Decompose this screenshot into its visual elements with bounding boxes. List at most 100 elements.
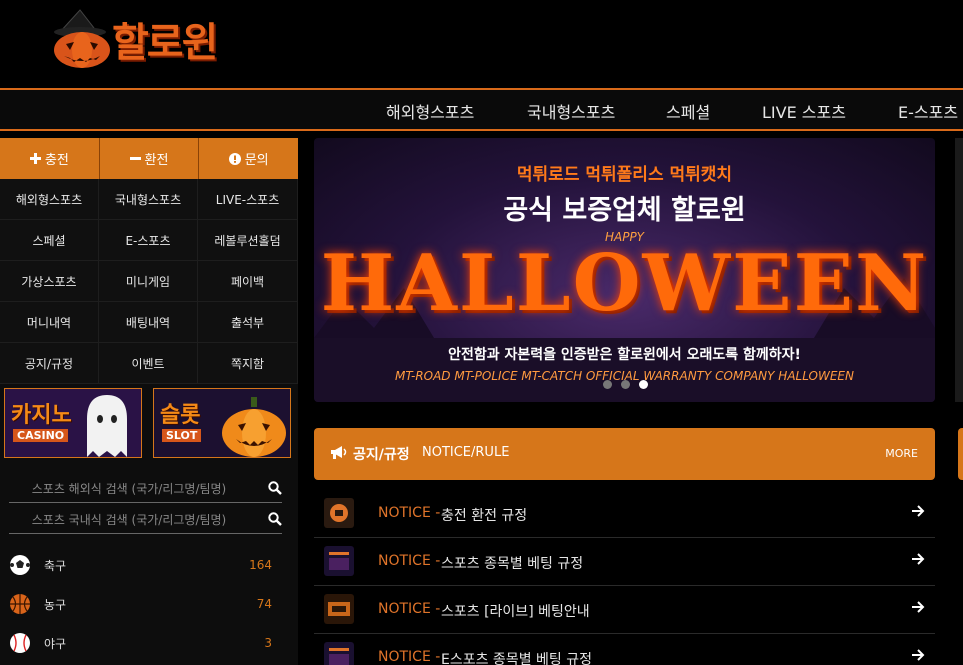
plus-icon [29, 153, 41, 164]
notice-panel-title: 공지/규정 [353, 447, 410, 463]
menu-money-history[interactable]: 머니내역 [0, 302, 99, 343]
sport-item-baseball[interactable]: 야구 3 [0, 624, 298, 662]
inquiry-label: 문의 [244, 153, 269, 168]
deposit-label: 충전 [44, 153, 69, 168]
sport-count: 164 [249, 558, 272, 572]
notice-tag: NOTICE - [378, 649, 441, 665]
logo-text: 할로윈 [112, 20, 218, 66]
sport-item-soccer[interactable]: 축구 164 [0, 546, 298, 584]
menu-virtual-sports[interactable]: 가상스포츠 [0, 261, 99, 302]
overseas-search-input[interactable] [9, 481, 249, 496]
sport-count: 3 [264, 636, 272, 650]
sport-name: 야구 [44, 636, 67, 651]
account-actions: 충전 환전 문의 [0, 138, 299, 179]
menu-attendance[interactable]: 출석부 [198, 302, 298, 343]
sport-name: 농구 [44, 597, 67, 612]
menu-esports[interactable]: E-스포츠 [99, 220, 198, 261]
notice-more-link[interactable]: MORE [885, 447, 918, 460]
nav-live-sports[interactable]: LIVE 스포츠 [762, 99, 846, 123]
hero-line-tagline: 안전함과 자본력을 인증받은 할로윈에서 오래도록 함께하자! [448, 347, 801, 363]
next-panel-header-edge [958, 428, 963, 480]
left-sidebar: 충전 환전 문의 해외형스포츠 국내형스포츠 LIVE-스포츠 스페셜 E-스포… [0, 138, 299, 665]
basketball-icon [10, 594, 30, 614]
notice-panel-header: 공지/규정 NOTICE/RULE MORE [314, 428, 935, 480]
pumpkin-icon [222, 397, 286, 457]
menu-payback[interactable]: 페이백 [198, 261, 298, 302]
megaphone-icon [331, 446, 347, 459]
slot-banner[interactable]: 슬롯 SLOT [153, 388, 291, 458]
menu-live-sports[interactable]: LIVE-스포츠 [198, 179, 298, 220]
baseball-icon [10, 633, 30, 653]
notice-thumbnail [324, 594, 354, 624]
menu-events[interactable]: 이벤트 [99, 343, 198, 384]
domestic-search [9, 506, 282, 534]
casino-banner[interactable]: 카지노 CASINO [4, 388, 142, 458]
menu-domestic-sports[interactable]: 국내형스포츠 [99, 179, 198, 220]
notice-title: 스포츠 [라이브] 베팅안내 [441, 604, 590, 620]
notice-title: 충전 환전 규정 [441, 508, 528, 524]
search-icon[interactable] [268, 512, 282, 526]
search-icon[interactable] [268, 481, 282, 495]
site-logo[interactable]: 할로윈 [50, 8, 218, 70]
slider-dots [603, 380, 648, 389]
info-icon [228, 152, 241, 165]
notice-title: E스포츠 종목별 베팅 규정 [441, 652, 592, 665]
nav-special[interactable]: 스페셜 [666, 99, 710, 123]
notice-item[interactable]: NOTICE - E스포츠 종목별 베팅 규정 [314, 634, 935, 665]
slot-banner-title: 슬롯 [160, 403, 201, 428]
overseas-search [9, 475, 282, 503]
arrow-right-icon [912, 649, 925, 661]
notice-item[interactable]: NOTICE - 스포츠 [라이브] 베팅안내 [314, 586, 935, 634]
nav-domestic-sports[interactable]: 국내형스포츠 [527, 99, 615, 123]
deposit-button[interactable]: 충전 [0, 138, 100, 179]
notice-thumbnail [324, 498, 354, 528]
notice-tag: NOTICE - [378, 553, 441, 569]
menu-messages[interactable]: 쪽지함 [198, 343, 298, 384]
slider-dot-2[interactable] [621, 380, 630, 389]
withdraw-button[interactable]: 환전 [99, 138, 200, 179]
nav-esports[interactable]: E-스포츠 [898, 99, 958, 123]
hero-slider[interactable]: 먹튀로드 먹튀폴리스 먹튀캣치 공식 보증업체 할로윈 HAPPY HALLOW… [314, 138, 935, 402]
slider-dot-3[interactable] [639, 380, 648, 389]
next-panel-edge [955, 138, 963, 402]
notice-panel-subtitle: NOTICE/RULE [422, 445, 510, 460]
sport-name: 축구 [44, 558, 67, 573]
sport-count: 74 [256, 597, 272, 611]
hero-line-title: 공식 보증업체 할로윈 [503, 195, 746, 226]
inquiry-button[interactable]: 문의 [199, 138, 299, 179]
menu-overseas-sports[interactable]: 해외형스포츠 [0, 179, 99, 220]
notice-thumbnail [324, 546, 354, 576]
slider-dot-1[interactable] [603, 380, 612, 389]
nav-overseas-sports[interactable]: 해외형스포츠 [386, 99, 474, 123]
hero-line-sites: 먹튀로드 먹튀폴리스 먹튀캣치 [516, 165, 733, 185]
arrow-right-icon [912, 505, 925, 517]
notice-tag: NOTICE - [378, 505, 441, 521]
sidebar-menu: 해외형스포츠 국내형스포츠 LIVE-스포츠 스페셜 E-스포츠 레볼루션홀덤 … [0, 179, 298, 384]
casino-banner-title: 카지노 [11, 403, 72, 428]
withdraw-label: 환전 [144, 153, 169, 168]
ghost-icon [87, 395, 127, 457]
sport-item-basketball[interactable]: 농구 74 [0, 585, 298, 623]
arrow-right-icon [912, 553, 925, 565]
notice-thumbnail [324, 642, 354, 665]
arrow-right-icon [912, 601, 925, 613]
pumpkin-logo-icon [54, 9, 110, 68]
minus-icon [129, 157, 141, 160]
soccer-ball-icon [10, 555, 30, 575]
notice-tag: NOTICE - [378, 601, 441, 617]
notice-item[interactable]: NOTICE - 스포츠 종목별 베팅 규정 [314, 538, 935, 586]
notice-list: NOTICE - 충전 환전 규정 NOTICE - 스포츠 종목별 베팅 규정… [314, 490, 935, 665]
notice-item[interactable]: NOTICE - 충전 환전 규정 [314, 490, 935, 538]
menu-revolution-holdem[interactable]: 레볼루션홀덤 [198, 220, 298, 261]
game-banners: 카지노 CASINO 슬롯 SLOT [4, 388, 294, 458]
casino-banner-subtitle: CASINO [13, 429, 69, 442]
slot-banner-subtitle: SLOT [162, 429, 202, 442]
main-navigation: 해외형스포츠 국내형스포츠 스페셜 LIVE 스포츠 E-스포츠 [0, 88, 963, 131]
site-header: 할로윈 [0, 0, 963, 88]
domestic-search-input[interactable] [9, 512, 249, 527]
menu-notice-rules[interactable]: 공지/규정 [0, 343, 99, 384]
hero-halloween-text: HALLOWEEN [320, 238, 929, 329]
menu-minigame[interactable]: 미니게임 [99, 261, 198, 302]
menu-betting-history[interactable]: 배팅내역 [99, 302, 198, 343]
menu-special[interactable]: 스페셜 [0, 220, 99, 261]
